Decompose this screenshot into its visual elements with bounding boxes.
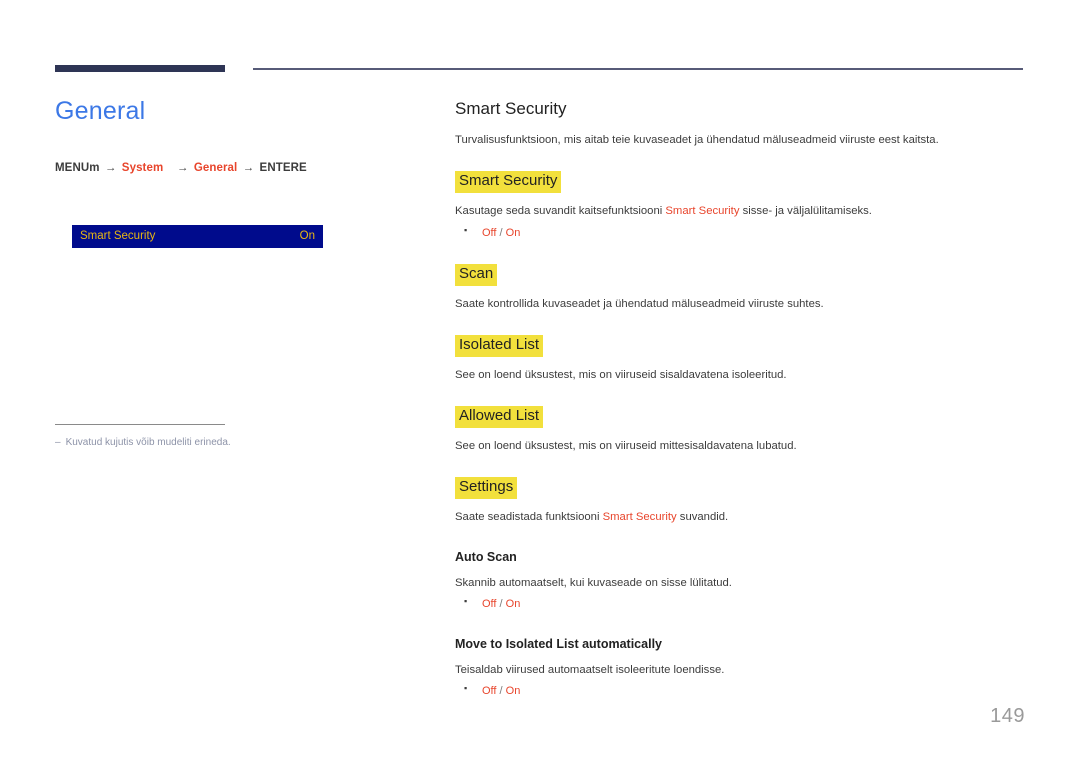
block-description-pre: Saate seadistada funktsiooni — [455, 511, 603, 524]
option-value-off: Off — [482, 226, 497, 239]
option-separator: / — [496, 226, 506, 239]
block-subheading: Auto Scan — [455, 549, 517, 564]
block-description-pre: See on loend üksustest, mis on viiruseid… — [455, 440, 797, 453]
footnote-dash: – — [55, 437, 61, 448]
option-item[interactable]: Off / On — [464, 682, 1025, 700]
osd-menu-row-smart-security[interactable]: Smart Security On — [72, 225, 323, 248]
block-description-post: sisse- ja väljalülitamiseks. — [739, 205, 872, 218]
block-description: Kasutage seda suvandit kaitsefunktsiooni… — [455, 203, 1025, 219]
breadcrumb-arrow-1: → — [104, 162, 117, 175]
option-list: Off / On — [455, 595, 1025, 613]
breadcrumb-arrow-3: → — [242, 162, 255, 175]
right-column: Smart Security Turvalisusfunktsioon, mis… — [455, 98, 1025, 700]
option-value-off: Off — [482, 598, 497, 611]
breadcrumb-start: MENUm — [55, 162, 100, 175]
block-description: Saate kontrollida kuvaseadet ja ühendatu… — [455, 296, 1025, 312]
option-value-off: Off — [482, 685, 497, 698]
block-description: See on loend üksustest, mis on viiruseid… — [455, 367, 1025, 383]
block-description: Skannib automaatselt, kui kuvaseade on s… — [455, 575, 1025, 591]
header-rule-thick — [55, 65, 225, 72]
block-heading-highlighted: Settings — [455, 477, 518, 500]
block-subheading: Move to Isolated List automatically — [455, 636, 662, 651]
option-value-on: On — [505, 685, 521, 698]
block-description-accent: Smart Security — [602, 511, 677, 524]
section-intro: Turvalisusfunktsioon, mis aitab teie kuv… — [455, 134, 939, 147]
block-description-pre: Teisaldab viirused automaatselt isoleeri… — [455, 663, 725, 676]
block-description: Saate seadistada funktsiooni Smart Secur… — [455, 509, 1025, 525]
block-heading-highlighted: Smart Security — [455, 171, 562, 194]
section-title: Smart Security — [455, 99, 567, 118]
block-heading-highlighted: Allowed List — [455, 406, 544, 429]
option-value-on: On — [505, 226, 521, 239]
block-description-accent: Smart Security — [665, 205, 740, 218]
content-block: Isolated List See on loend üksustest, mis… — [455, 335, 1025, 383]
footnote-body: Kuvatud kujutis võib mudeliti erineda. — [65, 437, 231, 448]
breadcrumb-step-general: General — [193, 162, 238, 175]
osd-menu-value: On — [299, 229, 315, 242]
block-description-pre: See on loend üksustest, mis on viiruseid… — [455, 368, 787, 381]
block-description-pre: Saate kontrollida kuvaseadet ja ühendatu… — [455, 297, 824, 310]
option-separator: / — [496, 598, 506, 611]
content-block: Smart Security Kasutage seda suvandit kai… — [455, 171, 1025, 241]
block-description-pre: Skannib automaatselt, kui kuvaseade on s… — [455, 576, 732, 589]
content-block: Move to Isolated List automatically Teisa… — [455, 636, 1025, 700]
option-value-on: On — [505, 598, 521, 611]
block-heading-highlighted: Isolated List — [455, 335, 544, 357]
option-item[interactable]: Off / On — [464, 224, 1025, 242]
block-description: See on loend üksustest, mis on viiruseid… — [455, 438, 1025, 454]
block-description-pre: Kasutage seda suvandit kaitsefunktsiooni — [455, 205, 666, 218]
block-description: Teisaldab viirused automaatselt isoleeri… — [455, 662, 1025, 678]
osd-menu-label: Smart Security — [80, 229, 156, 242]
breadcrumb-step-system: System — [121, 162, 164, 175]
option-list: Off / On — [455, 224, 1025, 242]
content-block: Scan Saate kontrollida kuvaseadet ja ühen… — [455, 264, 1025, 312]
content-blocks: Smart Security Kasutage seda suvandit kai… — [455, 171, 1025, 699]
breadcrumb-arrow-2: → — [176, 162, 189, 175]
content-block: Allowed List See on loend üksustest, mis … — [455, 406, 1025, 454]
option-list: Off / On — [455, 682, 1025, 700]
breadcrumb-end: ENTERE — [259, 162, 307, 175]
option-item[interactable]: Off / On — [464, 595, 1025, 613]
manual-page: { "theme": { "accent_blue": "#3c78e6", "… — [0, 0, 1080, 763]
block-heading-highlighted: Scan — [455, 264, 498, 286]
page-number: 149 — [990, 705, 1025, 727]
content-block: Settings Saate seadistada funktsiooni Sma… — [455, 477, 1025, 525]
footnote-text: – Kuvatud kujutis võib mudeliti erineda. — [55, 436, 355, 450]
header-rule-thin — [253, 68, 1023, 70]
breadcrumb: MENUm → System → General → ENTERE — [55, 162, 405, 174]
footnote-block: – Kuvatud kujutis võib mudeliti erineda. — [55, 424, 355, 450]
footnote-divider — [55, 424, 225, 425]
block-description-post: suvandid. — [676, 511, 729, 524]
option-separator: / — [496, 685, 506, 698]
page-title: General — [55, 97, 146, 125]
left-column: General MENUm → System → General → ENTER… — [55, 96, 405, 174]
content-block: Auto Scan Skannib automaatselt, kui kuvas… — [455, 549, 1025, 613]
